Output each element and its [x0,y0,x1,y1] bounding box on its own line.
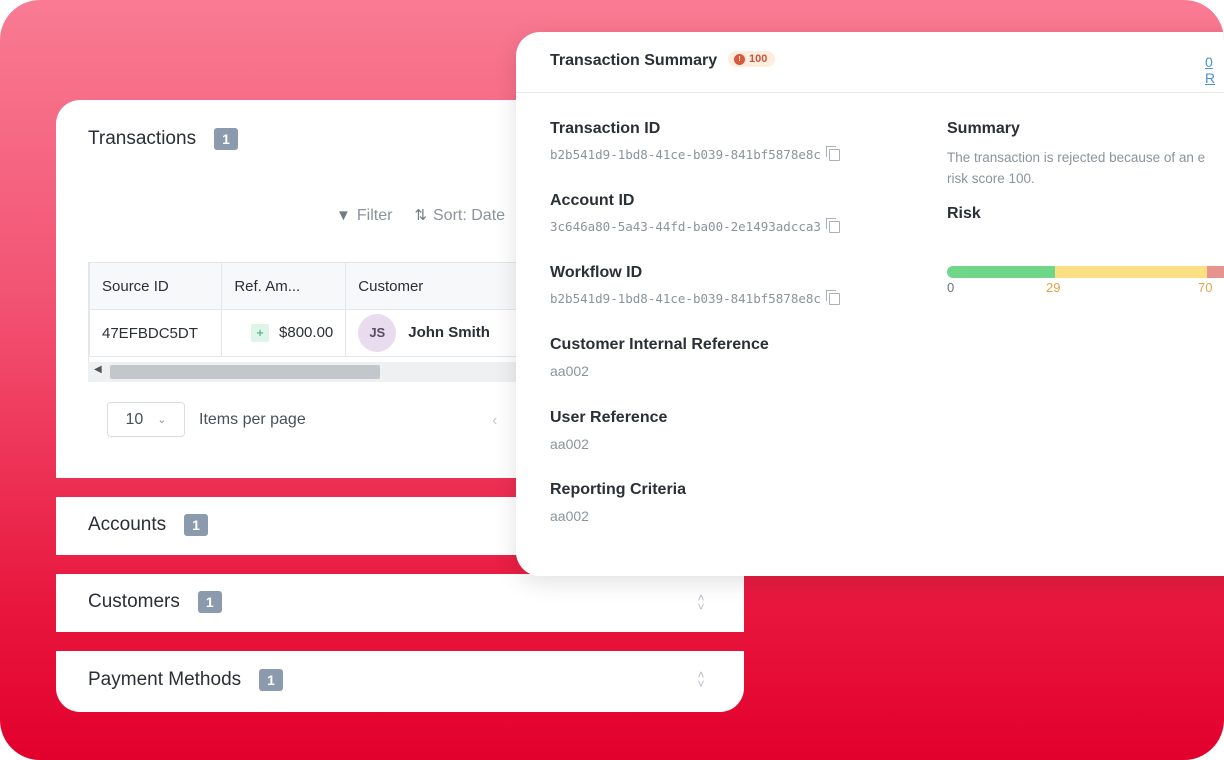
customers-card[interactable]: Customers 1 ˄ ˅ [56,574,744,632]
summary-section: Summary The transaction is rejected beca… [947,120,1205,189]
transaction-summary-card: Transaction Summary ! 100 0 R Transactio… [516,32,1224,576]
risk-segment-high [1207,266,1224,278]
plus-icon: + [251,324,270,342]
amount-value: $800.00 [279,324,334,341]
field-value-row: b2b541d9-1bd8-41ce-b039-841bf5878e8c [550,289,840,306]
customer-name: John Smith [408,323,490,341]
summary-text-line: The transaction is rejected because of a… [947,150,1206,165]
field-label: User Reference [550,409,668,426]
accounts-title: Accounts [88,514,167,535]
accounts-count-badge: 1 [184,514,208,536]
risk-score-badge: ! 100 [728,51,776,67]
items-per-page-label: Items per page [199,410,306,428]
risk-segment-low [947,266,1055,278]
sort-icon: ⇅ [414,207,427,224]
avatar: JS [358,314,397,352]
pagination: 10 ⌄ Items per page [107,402,306,437]
scrollbar-thumb[interactable] [110,365,380,379]
payment-methods-title: Payment Methods [88,669,242,690]
risk-scale-low: 29 [1046,280,1061,295]
field-workflow-id: Workflow ID b2b541d9-1bd8-41ce-b039-841b… [550,264,840,306]
summary-header: Transaction Summary ! 100 0 R [516,32,1224,93]
table-header-row: Source ID Ref. Am... Customer [89,262,529,310]
horizontal-scrollbar[interactable]: ◀ [88,362,528,382]
chevron-down-icon: ⌄ [157,414,167,426]
risk-scale-mid: 70 [1198,280,1213,295]
filter-button[interactable]: ▼ Filter [336,207,392,225]
filter-label: Filter [356,206,393,224]
risk-segment-mid [1055,266,1207,278]
field-transaction-id: Transaction ID b2b541d9-1bd8-41ce-b039-8… [550,120,840,162]
summary-text-line: risk score 100. [947,171,1035,186]
field-user-reference: User Reference aa002 [550,409,667,452]
field-reporting-criteria: Reporting Criteria aa002 [550,481,686,524]
alert-icon: ! [734,53,745,65]
payment-methods-count-badge: 1 [259,669,283,691]
summary-label: Summary [947,120,1020,137]
cell-amount: + $800.00 [221,309,347,357]
copy-icon[interactable] [825,217,840,233]
page-size-value: 10 [125,410,144,428]
risk-bar [947,266,1224,278]
field-label: Transaction ID [550,120,661,137]
filter-icon: ▼ [336,206,351,224]
field-value-row: b2b541d9-1bd8-41ce-b039-841bf5878e8c [550,145,840,162]
expand-icon[interactable]: ˄ ˅ [694,669,708,690]
payment-methods-card[interactable]: Payment Methods 1 ˄ ˅ [56,651,744,712]
copy-icon[interactable] [825,289,840,305]
field-value: aa002 [550,508,589,524]
copy-icon[interactable] [825,145,840,161]
field-account-id: Account ID 3c646a80-5a43-44fd-ba00-2e149… [550,192,840,234]
field-customer-internal-reference: Customer Internal Reference aa002 [550,336,769,379]
scroll-left-icon[interactable]: ◀ [94,364,102,375]
risk-label: Risk [947,205,981,223]
field-value: b2b541d9-1bd8-41ce-b039-841bf5878e8c [550,147,821,162]
field-value: b2b541d9-1bd8-41ce-b039-841bf5878e8c [550,291,821,306]
summary-title: Transaction Summary [550,52,718,69]
header-link[interactable]: 0 R [1205,54,1224,86]
transactions-header[interactable]: Transactions 1 [88,128,238,150]
field-label: Workflow ID [550,264,643,281]
cell-customer: JS John Smith [345,309,529,357]
risk-scale-labels: 0 29 70 [947,280,1224,296]
header-ref-amount[interactable]: Ref. Am... [221,262,347,310]
field-label: Reporting Criteria [550,481,687,498]
header-source-id[interactable]: Source ID [89,262,223,310]
field-label: Account ID [550,192,635,209]
risk-scale-min: 0 [947,280,955,295]
header-customer[interactable]: Customer [345,262,529,310]
field-value: aa002 [550,436,589,452]
field-value: aa002 [550,363,589,379]
cell-source-id: 47EFBDC5DT [89,309,223,357]
field-label: Customer Internal Reference [550,336,769,353]
chevron-left-icon[interactable]: ‹ [492,412,497,430]
sort-button[interactable]: ⇅ Sort: Date [414,206,505,225]
page-size-select[interactable]: 10 ⌄ [107,402,185,437]
field-value: 3c646a80-5a43-44fd-ba00-2e1493adcca3 [550,219,821,234]
table-toolbar: ▼ Filter ⇅ Sort: Date [336,206,505,225]
table-row[interactable]: 47EFBDC5DT + $800.00 JS John Smith [89,309,529,357]
transactions-count-badge: 1 [214,128,238,150]
customers-title: Customers [88,591,180,612]
background: Transactions 1 ▼ Filter ⇅ Sort: Date Sourc… [0,0,1224,760]
customers-count-badge: 1 [197,591,222,613]
expand-icon[interactable]: ˄ ˅ [694,592,708,613]
transactions-title: Transactions [88,128,197,149]
risk-score-value: 100 [749,53,768,65]
risk-label-text: Risk [947,205,981,222]
field-value-row: 3c646a80-5a43-44fd-ba00-2e1493adcca3 [550,217,840,234]
sort-label: Sort: Date [433,207,506,224]
